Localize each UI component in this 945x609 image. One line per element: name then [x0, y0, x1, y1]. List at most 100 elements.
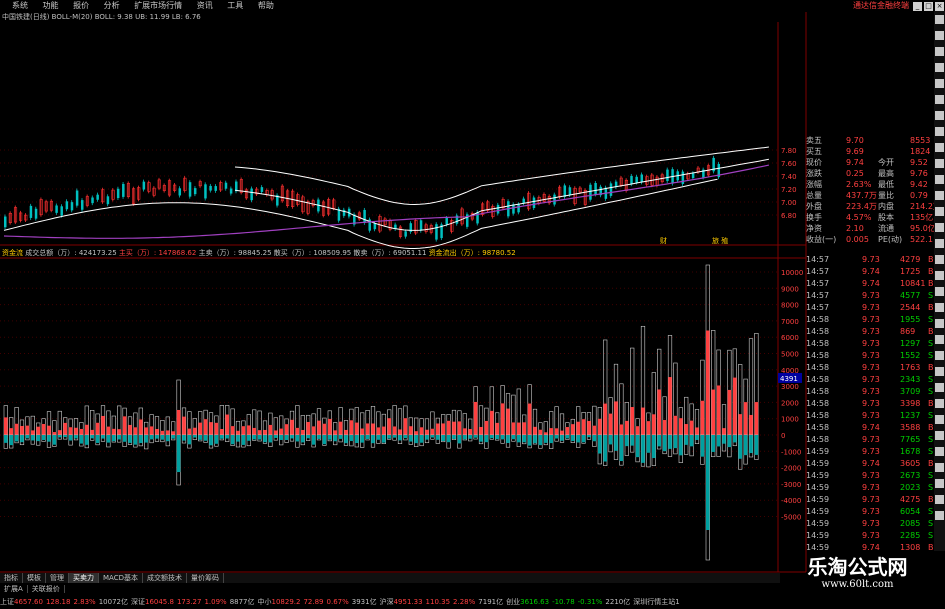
tick-list[interactable]: 14:57 9.73 4279 B 14:57 9.74 1725 B 14:57 9.74 108… [806, 255, 934, 555]
market-index-name: 沪深 [379, 598, 394, 606]
side-toolbar-button[interactable] [935, 15, 944, 24]
tick-row[interactable]: 14:57 9.73 4577 S [806, 291, 934, 301]
tab-related-quote[interactable]: 关联报价 [27, 585, 65, 593]
candle-body [55, 205, 58, 213]
tick-row[interactable]: 14:58 9.73 1237 S [806, 411, 934, 421]
volume-tick-label: 8000 [781, 302, 799, 310]
tick-row[interactable]: 14:57 9.73 4279 B [806, 255, 934, 265]
quote-value-secondary: 135亿 [910, 213, 934, 222]
side-toolbar-button[interactable] [935, 511, 944, 520]
tick-row[interactable]: 14:59 9.73 2673 S [806, 471, 934, 481]
volume-tick-label: 7000 [781, 318, 799, 326]
side-toolbar-button[interactable] [935, 431, 944, 440]
tick-row[interactable]: 14:58 9.73 7765 S [806, 435, 934, 445]
tick-row[interactable]: 14:58 9.73 1763 B [806, 363, 934, 373]
tick-row[interactable]: 14:57 9.74 10841 B [806, 279, 934, 289]
tick-row[interactable]: 14:59 9.73 2285 S [806, 531, 934, 541]
volume-header: 资金流 成交总额（万）: 424173.25 主买（万）: 147868.62 … [2, 248, 516, 258]
side-toolbar-button[interactable] [935, 367, 944, 376]
volume-bar-down [128, 435, 132, 443]
tick-time: 14:59 [806, 447, 830, 456]
tick-row[interactable]: 14:59 9.73 2085 S [806, 519, 934, 529]
tab-extended-a[interactable]: 扩展A [0, 585, 28, 593]
quote-label-secondary: 股本 [878, 213, 894, 222]
tick-row[interactable]: 14:59 9.73 6054 S [806, 507, 934, 517]
tab-indicator[interactable]: 指标 [0, 573, 23, 583]
side-toolbar-button[interactable] [935, 287, 944, 296]
side-toolbar-button[interactable] [935, 143, 944, 152]
side-toolbar-button[interactable] [935, 111, 944, 120]
tab-buysell-power[interactable]: 买卖力 [69, 573, 99, 583]
side-toolbar-button[interactable] [935, 239, 944, 248]
market-index-value: 1.09% [204, 598, 227, 606]
quote-value: 437.7万 [846, 191, 877, 200]
market-index-field: -10.78 [552, 598, 575, 606]
side-toolbar-button[interactable] [935, 495, 944, 504]
tab-manage[interactable]: 管理 [46, 573, 69, 583]
tick-row[interactable]: 14:59 9.73 1678 S [806, 447, 934, 457]
tick-row[interactable]: 14:57 9.74 1725 B [806, 267, 934, 277]
volume-bar-down [587, 435, 591, 438]
volume-bar-down [139, 435, 143, 444]
side-toolbar-button[interactable] [935, 479, 944, 488]
side-toolbar-button[interactable] [935, 127, 944, 136]
side-toolbar-button[interactable] [935, 271, 944, 280]
side-toolbar-button[interactable] [935, 95, 944, 104]
volume-bar-down [398, 435, 402, 441]
side-toolbar-button[interactable] [935, 207, 944, 216]
market-index-value: 2210亿 [605, 598, 631, 606]
volume-bar-down [463, 435, 467, 440]
tick-row[interactable]: 14:57 9.73 2544 B [806, 303, 934, 313]
side-toolbar-button[interactable] [935, 79, 944, 88]
side-toolbar-button[interactable] [935, 191, 944, 200]
tick-row[interactable]: 14:59 9.74 3605 B [806, 459, 934, 469]
chart-canvas[interactable]: 7.807.607.407.207.006.801000090008000700… [0, 0, 945, 609]
side-toolbar-button[interactable] [935, 319, 944, 328]
side-toolbar-button[interactable] [935, 351, 944, 360]
tick-row[interactable]: 14:58 9.73 3709 S [806, 387, 934, 397]
tick-row[interactable]: 14:58 9.74 3588 B [806, 423, 934, 433]
volume-bar-up [274, 430, 278, 435]
side-toolbar-button[interactable] [935, 447, 944, 456]
side-toolbar-button[interactable] [935, 303, 944, 312]
side-toolbar-button[interactable] [935, 31, 944, 40]
tab-macd[interactable]: MACD基本 [99, 573, 143, 583]
side-toolbar-button[interactable] [935, 335, 944, 344]
side-toolbar-button[interactable] [935, 255, 944, 264]
tab-template[interactable]: 模板 [23, 573, 46, 583]
candle-body [594, 183, 597, 195]
tab-volume-price[interactable]: 量价筹码 [187, 573, 224, 583]
volume-bar-down [274, 435, 278, 438]
tab-turnover-tech[interactable]: 成交额技术 [143, 573, 187, 583]
tick-row[interactable]: 14:59 9.73 2023 S [806, 483, 934, 493]
price-tick-label: 7.80 [781, 147, 797, 155]
volume-bar-down [625, 435, 629, 447]
market-index-field: 创业3616.63 [506, 598, 549, 606]
tick-row[interactable]: 14:58 9.73 3398 B [806, 399, 934, 409]
quote-value: 2.63% [846, 180, 872, 189]
side-toolbar-button[interactable] [935, 399, 944, 408]
tick-row[interactable]: 14:58 9.73 1552 S [806, 351, 934, 361]
volume-bar-up [689, 420, 694, 435]
tick-row[interactable]: 14:59 9.73 4275 B [806, 495, 934, 505]
volume-bar-down [176, 435, 181, 473]
side-toolbar-button[interactable] [935, 383, 944, 392]
tick-volume: 4275 [900, 495, 921, 504]
tick-row[interactable]: 14:58 9.73 1955 S [806, 315, 934, 325]
side-toolbar-button[interactable] [935, 415, 944, 424]
side-toolbar-button[interactable] [935, 159, 944, 168]
volume-bar-down [549, 435, 553, 444]
volume-bar-down [41, 435, 46, 441]
side-toolbar-button[interactable] [935, 463, 944, 472]
volume-bar-down [635, 435, 640, 458]
side-toolbar-button[interactable] [935, 63, 944, 72]
tick-row[interactable]: 14:58 9.73 869 B [806, 327, 934, 337]
tick-row[interactable]: 14:58 9.73 2343 S [806, 375, 934, 385]
volume-bar-down [754, 435, 759, 455]
side-toolbar-button[interactable] [935, 47, 944, 56]
tick-row[interactable]: 14:59 9.74 1308 B [806, 543, 934, 553]
tick-row[interactable]: 14:58 9.73 1297 S [806, 339, 934, 349]
side-toolbar-button[interactable] [935, 223, 944, 232]
tick-price: 9.73 [862, 447, 880, 456]
side-toolbar-button[interactable] [935, 175, 944, 184]
